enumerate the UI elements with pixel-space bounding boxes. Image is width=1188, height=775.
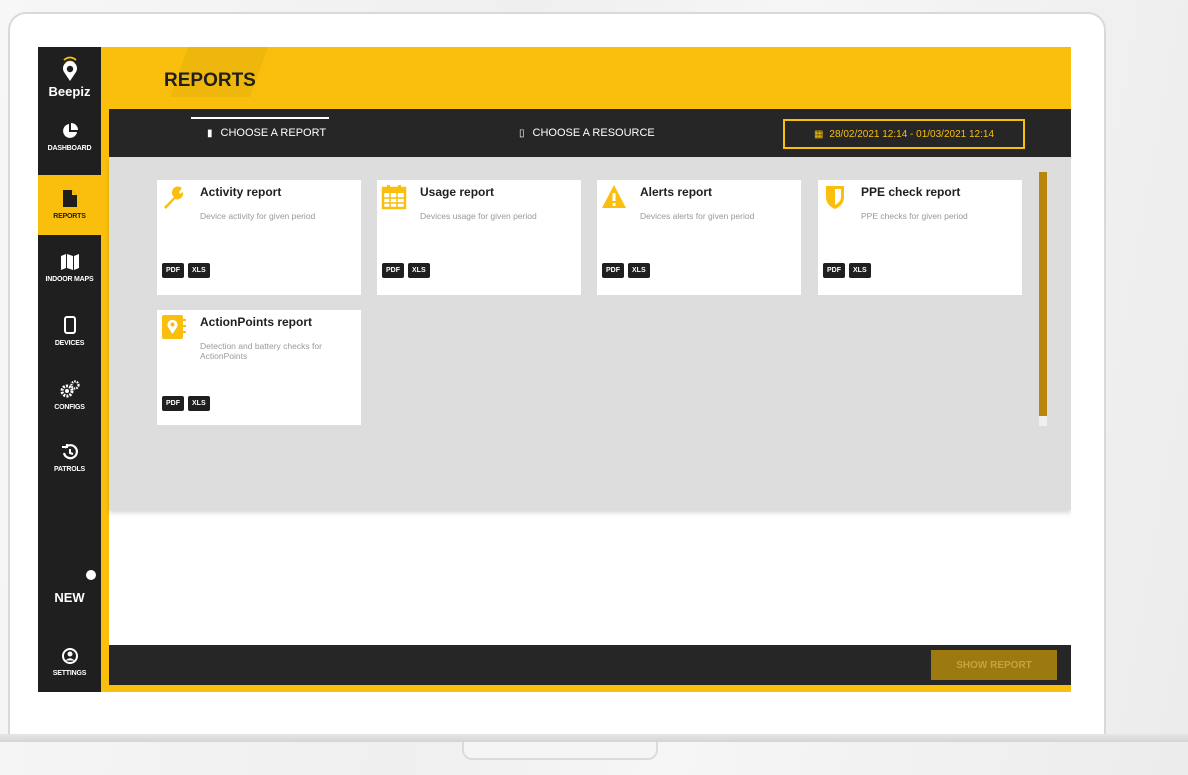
report-card-activity[interactable]: Activity report Device activity for give… [157,180,361,295]
xls-badge[interactable]: XLS [849,263,871,278]
pdf-badge[interactable]: PDF [382,263,404,278]
xls-badge[interactable]: XLS [188,263,210,278]
app-screen: REPORTS Beepiz DASHBOARD REPORTS INDOOR … [38,47,1071,692]
sidebar-item-settings[interactable]: SETTINGS [38,632,101,692]
tab-bar: ▮ CHOOSE A REPORT ▯ CHOOSE A RESOURCE ▦ … [109,109,1071,157]
report-title: Usage report [420,185,495,199]
phone-icon [63,315,76,334]
pdf-badge[interactable]: PDF [162,396,184,411]
report-description: Devices usage for given period [420,211,537,221]
sidebar-item-configs[interactable]: CONFIGS [38,365,101,425]
pdf-badge[interactable]: PDF [602,263,624,278]
sidebar-item-label: DASHBOARD [47,144,92,152]
user-circle-icon [61,647,78,664]
sidebar-item-devices[interactable]: DEVICES [38,301,101,361]
xls-badge[interactable]: XLS [408,263,430,278]
scrollbar-thumb[interactable] [1039,172,1047,416]
sidebar: Beepiz DASHBOARD REPORTS INDOOR MAPS DEV… [38,47,101,692]
gears-icon [60,379,80,397]
sidebar-item-label: CONFIGS [54,403,85,411]
report-card-ppe-check[interactable]: PPE check report PPE checks for given pe… [818,180,1022,295]
new-indicator-dot [86,570,96,580]
page-title: REPORTS [164,70,256,91]
report-title: Activity report [200,185,282,199]
footer-bar: SHOW REPORT [109,645,1071,685]
sidebar-item-indoor-maps[interactable]: INDOOR MAPS [38,238,101,298]
date-range-picker[interactable]: ▦ 28/02/2021 12:14 - 01/03/2021 12:14 [783,119,1025,149]
show-report-button[interactable]: SHOW REPORT [931,650,1057,680]
sidebar-item-label: REPORTS [53,213,86,220]
calendar-icon: ▦ [813,128,824,140]
report-card-usage[interactable]: Usage report Devices usage for given per… [377,180,581,295]
pdf-badge[interactable]: PDF [823,263,845,278]
tab-label: CHOOSE A REPORT [220,127,327,139]
laptop-notch [462,742,658,760]
warning-icon [602,185,626,208]
logo[interactable]: Beepiz [38,47,101,107]
brand-name: Beepiz [48,83,91,99]
report-description: PPE checks for given period [861,211,968,221]
phone-icon: ▯ [519,127,525,139]
history-icon [61,443,78,459]
wrench-icon [164,186,184,209]
header-bar: REPORTS [101,47,1071,109]
report-title: Alerts report [640,185,713,199]
sidebar-item-patrols[interactable]: PATROLS [38,428,101,488]
location-pin-icon [162,315,186,339]
sidebar-item-label: INDOOR MAPS [45,275,94,283]
new-button[interactable]: NEW [38,590,101,605]
reports-panel: Activity report Device activity for give… [109,157,1071,510]
report-description: Detection and battery checks for ActionP… [200,341,322,361]
laptop-base [0,734,1188,742]
sidebar-accent-strip [101,47,109,692]
xls-badge[interactable]: XLS [188,396,210,411]
report-title: PPE check report [861,185,961,199]
sidebar-item-dashboard[interactable]: DASHBOARD [38,107,101,167]
pie-chart-icon [62,122,78,138]
calendar-icon [381,185,407,210]
footer-accent-strip [101,685,1071,692]
sidebar-item-reports[interactable]: REPORTS [38,175,101,235]
sidebar-item-label: DEVICES [54,339,85,347]
pdf-badge[interactable]: PDF [162,263,184,278]
report-card-actionpoints[interactable]: ActionPoints report Detection and batter… [157,310,361,425]
date-range-value: 28/02/2021 12:14 - 01/03/2021 12:14 [829,128,995,140]
tab-label: CHOOSE A RESOURCE [532,127,655,139]
sidebar-item-label: SETTINGS [52,669,87,677]
xls-badge[interactable]: XLS [628,263,650,278]
shield-icon [826,186,844,209]
map-icon [60,253,79,270]
report-description: Device activity for given period [200,211,316,221]
tab-choose-report[interactable]: ▮ CHOOSE A REPORT [207,109,326,157]
file-icon: ▮ [207,127,213,139]
report-card-alerts[interactable]: Alerts report Devices alerts for given p… [597,180,801,295]
tab-choose-resource[interactable]: ▯ CHOOSE A RESOURCE [519,109,655,157]
document-icon [62,190,77,207]
report-title: ActionPoints report [200,315,313,329]
beepiz-logo-icon [62,56,77,81]
sidebar-item-label: PATROLS [53,465,85,473]
report-description: Devices alerts for given period [640,211,755,221]
